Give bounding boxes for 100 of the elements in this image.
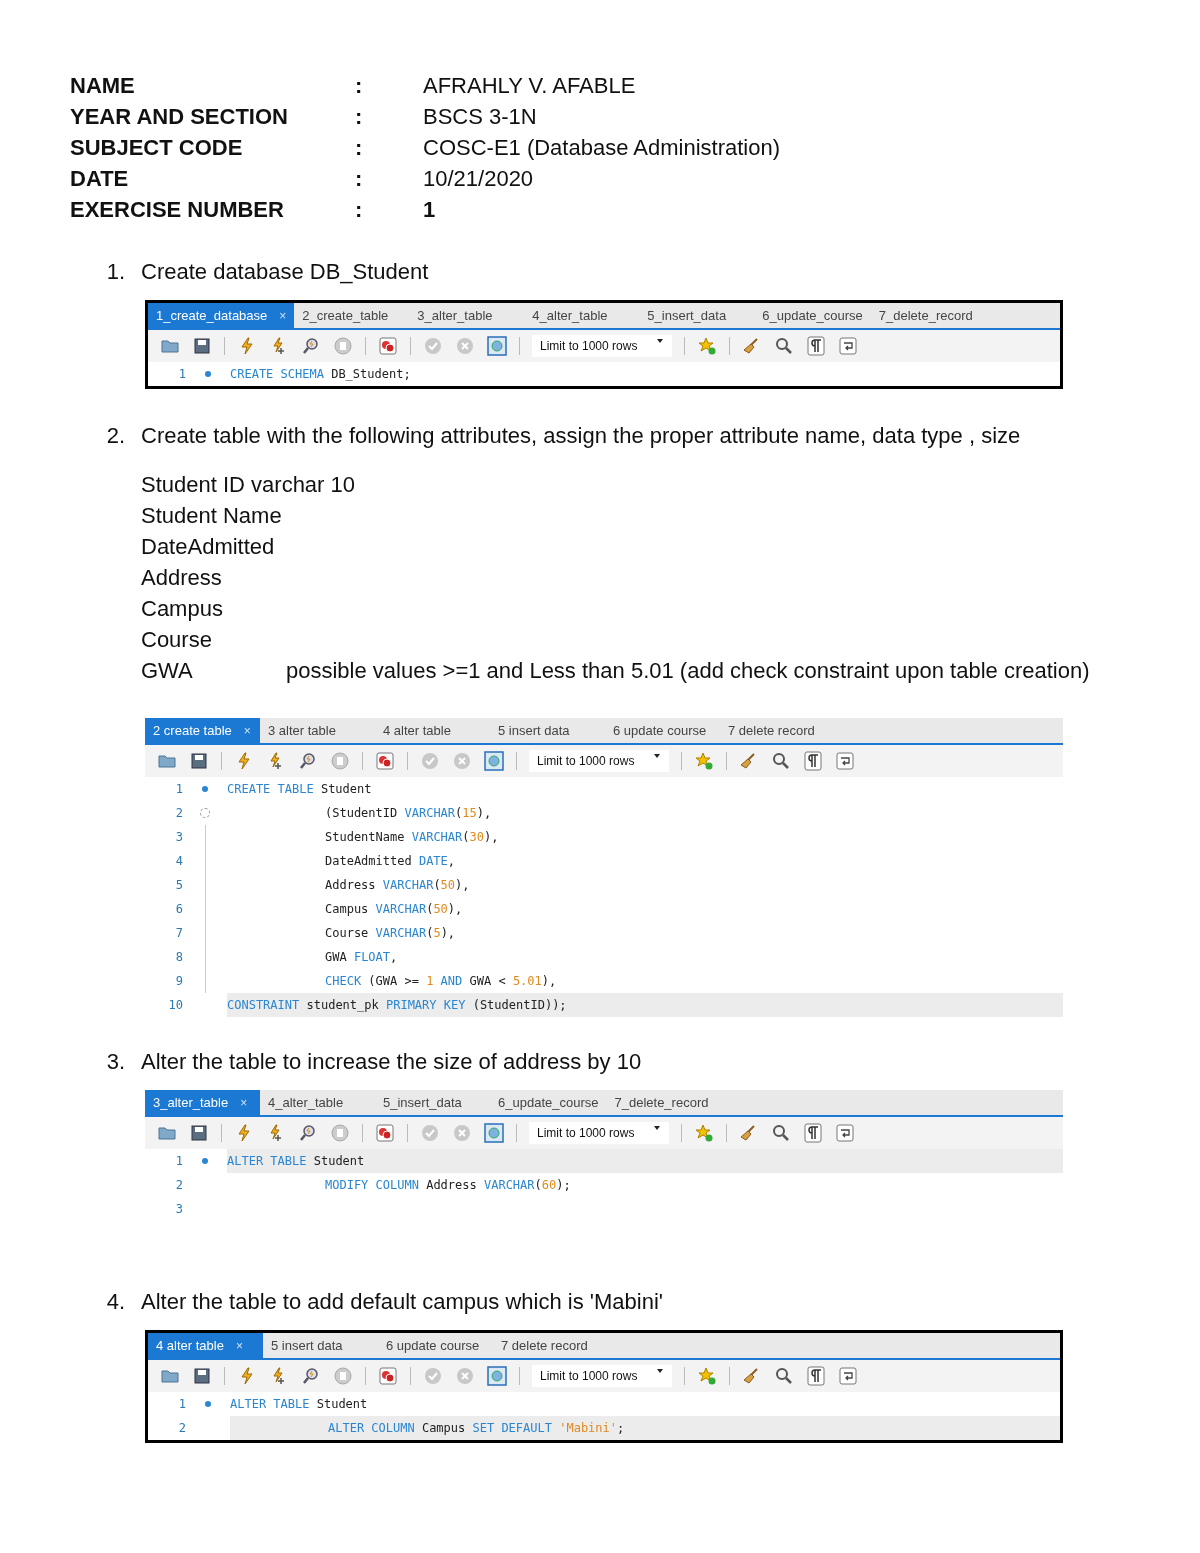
line-number: 1 [174,1153,183,1170]
line-number: 5 [174,877,183,894]
magnifier-lightning-icon[interactable] [301,1366,321,1386]
save-icon[interactable] [189,751,209,771]
editor-tab[interactable]: 5_insert_data [639,303,755,328]
limit-rows-dropdown[interactable]: Limit to 1000 rows [532,1365,672,1387]
editor-tab[interactable]: 3_alter_table [409,303,525,328]
item-number: 4. [105,1288,126,1316]
field-label: DATE [70,165,130,193]
line-number: 6 [174,901,183,918]
field-value: BSCS 3-1N [423,103,537,131]
editor-tab[interactable]: 7_delete_record [870,303,986,328]
search-icon[interactable] [774,336,794,356]
attribute-name: Student ID varchar 10 [141,472,355,497]
question-text: Create table with the following attributes, assign the proper attribute name, data type , size [141,422,1021,450]
item-number: 3. [105,1048,126,1076]
editor-tab[interactable]: 3_alter_table × [145,1090,260,1115]
wrap-icon[interactable] [838,1366,858,1386]
field-label: YEAR AND SECTION [70,103,289,131]
limit-rows-dropdown[interactable]: Limit to 1000 rows [532,335,672,357]
pilcrow-icon[interactable] [803,1123,823,1143]
attribute-name: Address [141,565,222,590]
star-plus-icon[interactable] [694,751,714,771]
attribute-name: Student Name [141,503,282,528]
field-value: 1 [423,196,436,224]
item-number: 1. [105,258,126,286]
toggle-icon[interactable] [378,1366,398,1386]
editor-tab[interactable]: 5 insert data [490,718,605,743]
editor-tab[interactable]: 3 alter table [260,718,375,743]
colon: : [355,165,364,193]
save-icon[interactable] [192,336,212,356]
item-number: 2. [105,422,126,450]
colon: : [355,103,364,131]
check-circle-icon[interactable] [420,751,440,771]
field-value: 10/21/2020 [423,165,534,193]
magnifier-lightning-icon[interactable] [298,1123,318,1143]
attribute-name: Course [141,627,212,652]
toggle-icon[interactable] [375,751,395,771]
limit-rows-dropdown[interactable]: Limit to 1000 rows [529,750,669,772]
line-number: 3 [174,829,183,846]
close-tab-button[interactable]: × [243,721,251,740]
editor-tab[interactable]: 7_delete_record [606,1090,722,1115]
editor-tab[interactable]: 6 update course [605,718,720,743]
check-circle-icon[interactable] [420,1123,440,1143]
search-icon[interactable] [771,751,791,771]
save-icon[interactable] [189,1123,209,1143]
line-number: 9 [174,973,183,990]
editor-tab[interactable]: 4_alter_table [260,1090,375,1115]
save-icon[interactable] [192,1366,212,1386]
wrap-icon[interactable] [835,1123,855,1143]
question-text: Alter the table to add default campus which is 'Mabini' [141,1288,664,1316]
star-plus-icon[interactable] [697,336,717,356]
editor-tab[interactable]: 6 update course [378,1333,493,1358]
close-tab-button[interactable]: × [235,1336,243,1355]
pilcrow-icon[interactable] [806,1366,826,1386]
editor-tab[interactable]: 7 delete record [493,1333,608,1358]
magnifier-lightning-icon[interactable] [298,751,318,771]
line-number: 10 [167,997,183,1014]
editor-tab[interactable]: 4 alter table × [148,1333,263,1358]
search-icon[interactable] [771,1123,791,1143]
field-value: AFRAHLY V. AFABLE [423,72,636,100]
check-circle-icon[interactable] [423,1366,443,1386]
close-tab-button[interactable]: × [240,1093,248,1112]
field-label: NAME [70,72,136,100]
line-number: 2 [174,1177,183,1194]
pilcrow-icon[interactable] [806,336,826,356]
line-number: 2 [177,1420,186,1437]
colon: : [355,72,364,100]
toggle-icon[interactable] [375,1123,395,1143]
search-icon[interactable] [774,1366,794,1386]
editor-tab[interactable]: 1_create_database × [148,303,295,328]
colon: : [355,134,364,162]
attribute-note: possible values >=1 and Less than 5.01 (add check constraint upon table creation) [286,658,1090,683]
field-value: COSC-E1 (Database Administration) [423,134,781,162]
field-label: EXERCISE NUMBER [70,196,285,224]
check-circle-icon[interactable] [423,336,443,356]
line-number: 1 [177,366,186,383]
editor-tab[interactable]: 5 insert data [263,1333,378,1358]
editor-tab[interactable]: 7 delete record [720,718,835,743]
magnifier-lightning-icon[interactable] [301,336,321,356]
limit-rows-dropdown[interactable]: Limit to 1000 rows [529,1122,669,1144]
editor-tab[interactable]: 6_update_course [490,1090,607,1115]
star-plus-icon[interactable] [694,1123,714,1143]
editor-tab[interactable]: 4 alter table [375,718,490,743]
line-number: 3 [174,1201,183,1218]
pilcrow-icon[interactable] [803,751,823,771]
toggle-icon[interactable] [378,336,398,356]
editor-tab[interactable]: 6_update_course [754,303,871,328]
line-number: 7 [174,925,183,942]
wrap-icon[interactable] [838,336,858,356]
line-number: 1 [177,1396,186,1413]
star-plus-icon[interactable] [697,1366,717,1386]
close-tab-button[interactable]: × [279,306,287,325]
line-number: 2 [174,805,183,822]
attribute-name: Campus [141,596,223,621]
wrap-icon[interactable] [835,751,855,771]
editor-tab[interactable]: 4_alter_table [524,303,640,328]
editor-tab[interactable]: 2_create_table [294,303,410,328]
editor-tab[interactable]: 5_insert_data [375,1090,490,1115]
editor-tab[interactable]: 2 create table × [145,718,260,743]
